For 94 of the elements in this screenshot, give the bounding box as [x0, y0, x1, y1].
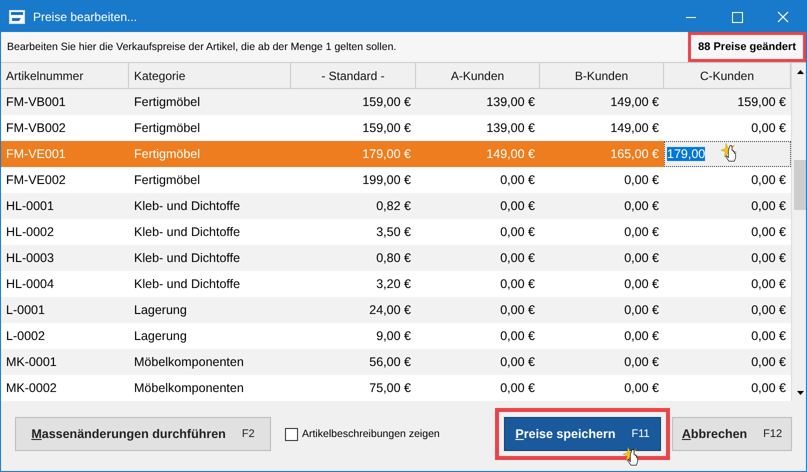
category-cell-text: Möbelkomponenten [133, 354, 245, 371]
price-cell-text: 0,00 € [499, 380, 536, 397]
price-cell-text: 0,00 € [499, 354, 536, 371]
vertical-scrollbar[interactable] [791, 63, 806, 401]
price-cell-text: 0,00 € [499, 276, 536, 293]
price-cell-text: 0,00 € [499, 250, 536, 267]
category-cell-text: Möbelkomponenten [133, 380, 245, 397]
category-cell-text: Fertigmöbel [133, 146, 201, 163]
price-cell-text: 0,00 € [499, 172, 536, 189]
article-number-cell-text: L-0001 [5, 302, 46, 319]
price-cell-text: 75,00 € [368, 380, 412, 397]
price-cell-text: 165,00 € [609, 146, 660, 163]
price-cell-text: 0,00 € [750, 224, 787, 241]
price-cell-text: 0,00 € [499, 224, 536, 241]
article-number-cell-text: FM-VE002 [5, 172, 67, 189]
changed-count-badge: 88 Preise geändert [688, 32, 806, 62]
instruction-text: Bearbeiten Sie hier die Verkaufspreise der Artikel, die ab der Menge 1 gelten sollen. [7, 41, 396, 53]
table-row[interactable]: FM-VB001 Fertigmöbel 159,00 € 139,00 € 149,00 € 159,00 € [1, 89, 791, 115]
price-cell-text: 3,50 € [375, 224, 412, 241]
table-row[interactable]: L-0001 Lagerung 24,00 € 0,00 € 0,00 € 0,00 € [1, 297, 791, 323]
article-number-cell-text: HL-0003 [5, 250, 55, 267]
column-header[interactable]: B-Kunden [540, 63, 664, 88]
app-icon [9, 8, 25, 24]
price-cell-text: 0,00 € [623, 276, 660, 293]
price-cell-text: 0,00 € [623, 328, 660, 345]
price-cell-text: 0,00 € [750, 172, 787, 189]
category-cell-text: Kleb- und Dichtoffe [133, 276, 242, 293]
cancel-button[interactable]: Abbrechen F12 [672, 417, 792, 451]
price-cell-text: 0,00 € [623, 172, 660, 189]
article-number-cell-text: MK-0001 [5, 354, 58, 371]
article-number-cell-text: HL-0001 [5, 198, 55, 215]
price-cell-text: 0,00 € [750, 120, 787, 137]
checkbox-label[interactable]: Artikelbeschreibungen zeigen [302, 428, 440, 440]
save-button[interactable]: Preise speichern F11 [504, 417, 661, 451]
checkbox[interactable] [285, 428, 298, 440]
price-cell-text: 0,00 € [750, 328, 787, 345]
price-cell-text: 159,00 € [361, 94, 412, 111]
price-cell-text: 199,00 € [361, 172, 412, 189]
column-header[interactable]: Kategorie [129, 63, 291, 88]
category-cell-text: Kleb- und Dichtoffe [133, 198, 242, 215]
price-cell-text: 0,80 € [375, 250, 412, 267]
category-cell-text: Kleb- und Dichtoffe [133, 224, 242, 241]
table-row[interactable]: HL-0001 Kleb- und Dichtoffe 0,82 € 0,00 € 0,00 € 0,00 € [1, 193, 791, 219]
price-cell-text: 0,00 € [623, 380, 660, 397]
price-cell-text: 149,00 € [609, 120, 660, 137]
price-cell-text: 0,00 € [750, 250, 787, 267]
price-cell-text: 0,00 € [750, 354, 787, 371]
table-row[interactable]: MK-0001 Möbelkomponenten 56,00 € 0,00 € 0,00 € 0,00 € [1, 349, 791, 375]
category-cell-text: Kleb- und Dichtoffe [133, 250, 242, 267]
price-cell-text: 0,00 € [750, 276, 787, 293]
article-number-cell-text: MK-0002 [5, 380, 58, 397]
price-cell-text: 56,00 € [368, 354, 412, 371]
article-number-cell-text: FM-VB001 [5, 94, 67, 111]
article-number-cell-text: FM-VB002 [5, 120, 67, 137]
price-cell-text: 0,82 € [375, 198, 412, 215]
price-cell-text: 149,00 € [485, 146, 536, 163]
category-cell-text: Lagerung [133, 302, 188, 319]
price-cell-text: 0,00 € [750, 380, 787, 397]
mass-changes-button[interactable]: Massenänderungen durchführen F2 [15, 417, 271, 451]
price-cell-text: 179,00 € [361, 146, 412, 163]
price-cell-text: 0,00 € [750, 198, 787, 215]
price-cell-text: 0,00 € [623, 354, 660, 371]
price-cell-text: 139,00 € [485, 120, 536, 137]
category-cell-text: Fertigmöbel [133, 120, 201, 137]
price-cell-text: 0,00 € [499, 302, 536, 319]
scroll-thumb[interactable] [794, 160, 806, 210]
price-cell-text: 0,00 € [623, 250, 660, 267]
price-cell-text: 139,00 € [485, 94, 536, 111]
column-header[interactable]: Artikelnummer [1, 63, 129, 88]
column-header[interactable]: - Standard - [291, 63, 416, 88]
price-input-field[interactable]: 179,00 [664, 141, 791, 167]
price-cell-text: 0,00 € [750, 302, 787, 319]
price-cell-text: 159,00 € [361, 120, 412, 137]
price-cell-text: 0,00 € [499, 328, 536, 345]
price-cell-text: 149,00 € [609, 94, 660, 111]
category-cell-text: Fertigmöbel [133, 172, 201, 189]
price-cell-text: 0,00 € [623, 302, 660, 319]
article-number-cell-text: L-0002 [5, 328, 46, 345]
price-cell-text: 3,20 € [375, 276, 412, 293]
price-cell-text: 159,00 € [736, 94, 787, 111]
price-cell-text: 0,00 € [499, 198, 536, 215]
price-cell-text: 9,00 € [375, 328, 412, 345]
article-number-cell-text: HL-0004 [5, 276, 55, 293]
price-cell-text: 0,00 € [623, 224, 660, 241]
table-row[interactable]: HL-0003 Kleb- und Dichtoffe 0,80 € 0,00 € 0,00 € 0,00 € [1, 245, 791, 271]
table-row[interactable]: FM-VE001 Fertigmöbel 179,00 € 149,00 € 165,00 € 179,00 [1, 141, 791, 167]
column-header[interactable]: A-Kunden [416, 63, 540, 88]
article-number-cell-text: FM-VE001 [5, 146, 67, 163]
window-title: Preise bearbeiten... [33, 10, 138, 24]
price-cell-text: 0,00 € [623, 198, 660, 215]
category-cell-text: Fertigmöbel [133, 94, 201, 111]
category-cell-text: Lagerung [133, 328, 188, 345]
price-cell-text: 24,00 € [368, 302, 412, 319]
article-number-cell-text: HL-0002 [5, 224, 55, 241]
